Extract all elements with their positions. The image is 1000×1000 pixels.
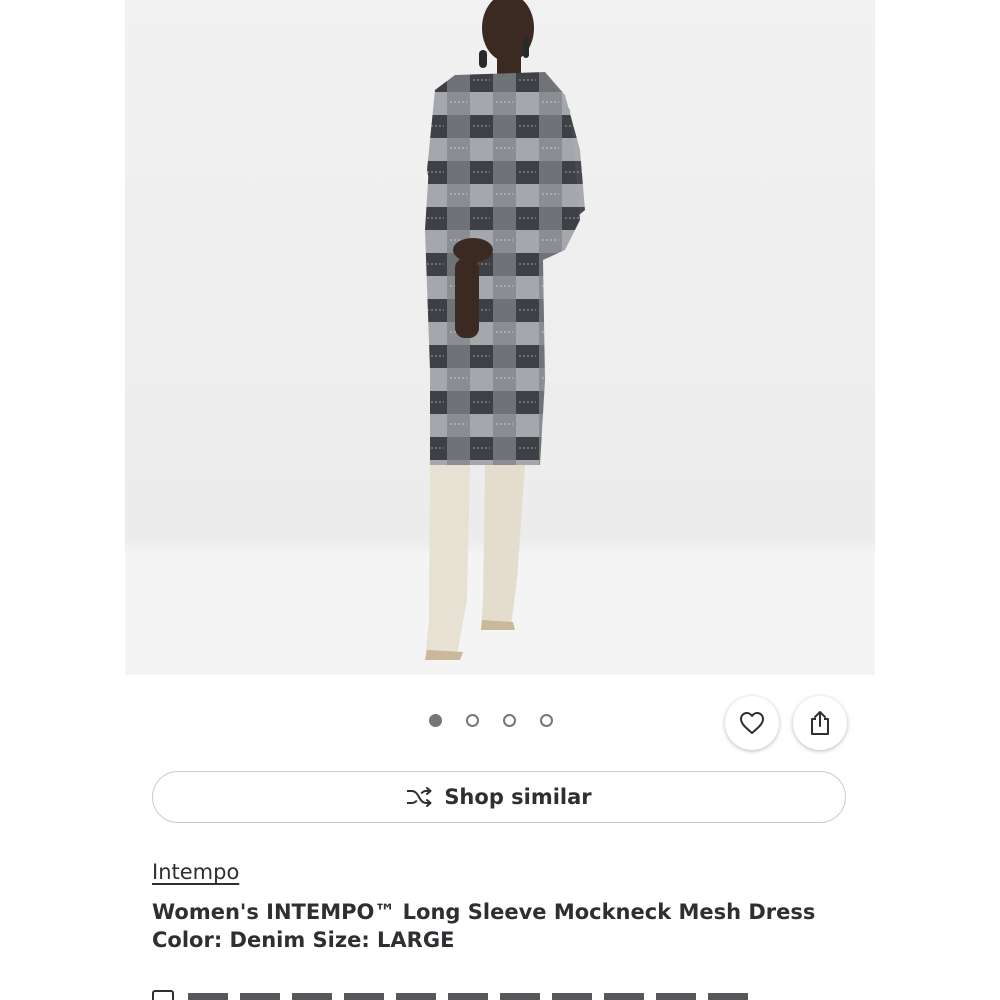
carousel-dot-3[interactable]	[503, 714, 516, 727]
carousel-dot-2[interactable]	[466, 714, 479, 727]
product-title: Women's INTEMPO™ Long Sleeve Mockneck Me…	[152, 900, 816, 952]
product-page: Shop similar Intempo Women's INTEMPO™ Lo…	[0, 0, 1000, 1000]
product-photo-illustration	[125, 0, 875, 675]
carousel-dot-4[interactable]	[540, 714, 553, 727]
heart-icon	[740, 712, 764, 734]
brand-link[interactable]: Intempo	[152, 860, 239, 884]
product-image[interactable]	[125, 0, 875, 675]
shuffle-icon	[407, 787, 432, 807]
carousel-dots	[429, 714, 553, 727]
cut-off-info-row	[152, 990, 748, 1000]
share-icon	[811, 711, 829, 735]
shop-similar-button[interactable]: Shop similar	[152, 771, 846, 823]
carousel-dot-1[interactable]	[429, 714, 442, 727]
share-button[interactable]	[793, 696, 847, 750]
cut-off-text	[188, 993, 748, 1000]
favorite-button[interactable]	[725, 696, 779, 750]
shop-similar-label: Shop similar	[444, 785, 592, 809]
info-box-icon	[152, 990, 174, 1000]
